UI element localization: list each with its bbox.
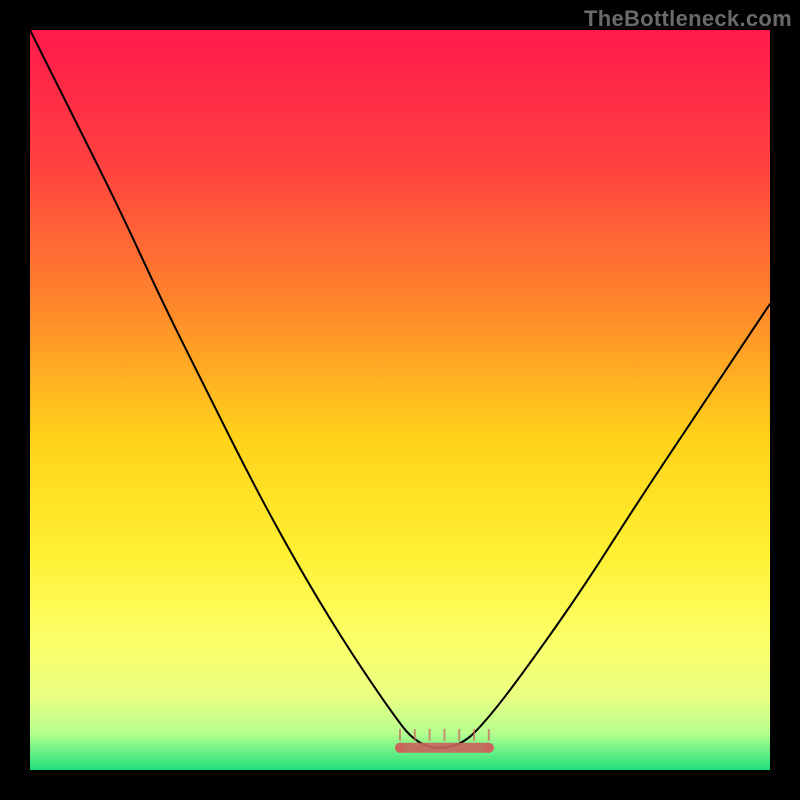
optimal-zone-start-dot xyxy=(395,743,405,753)
chart-frame: { "watermark": "TheBottleneck.com", "cha… xyxy=(0,0,800,800)
optimal-zone-end-dot xyxy=(484,743,494,753)
bottleneck-chart xyxy=(30,30,770,770)
watermark-text: TheBottleneck.com xyxy=(584,6,792,32)
chart-background xyxy=(30,30,770,770)
